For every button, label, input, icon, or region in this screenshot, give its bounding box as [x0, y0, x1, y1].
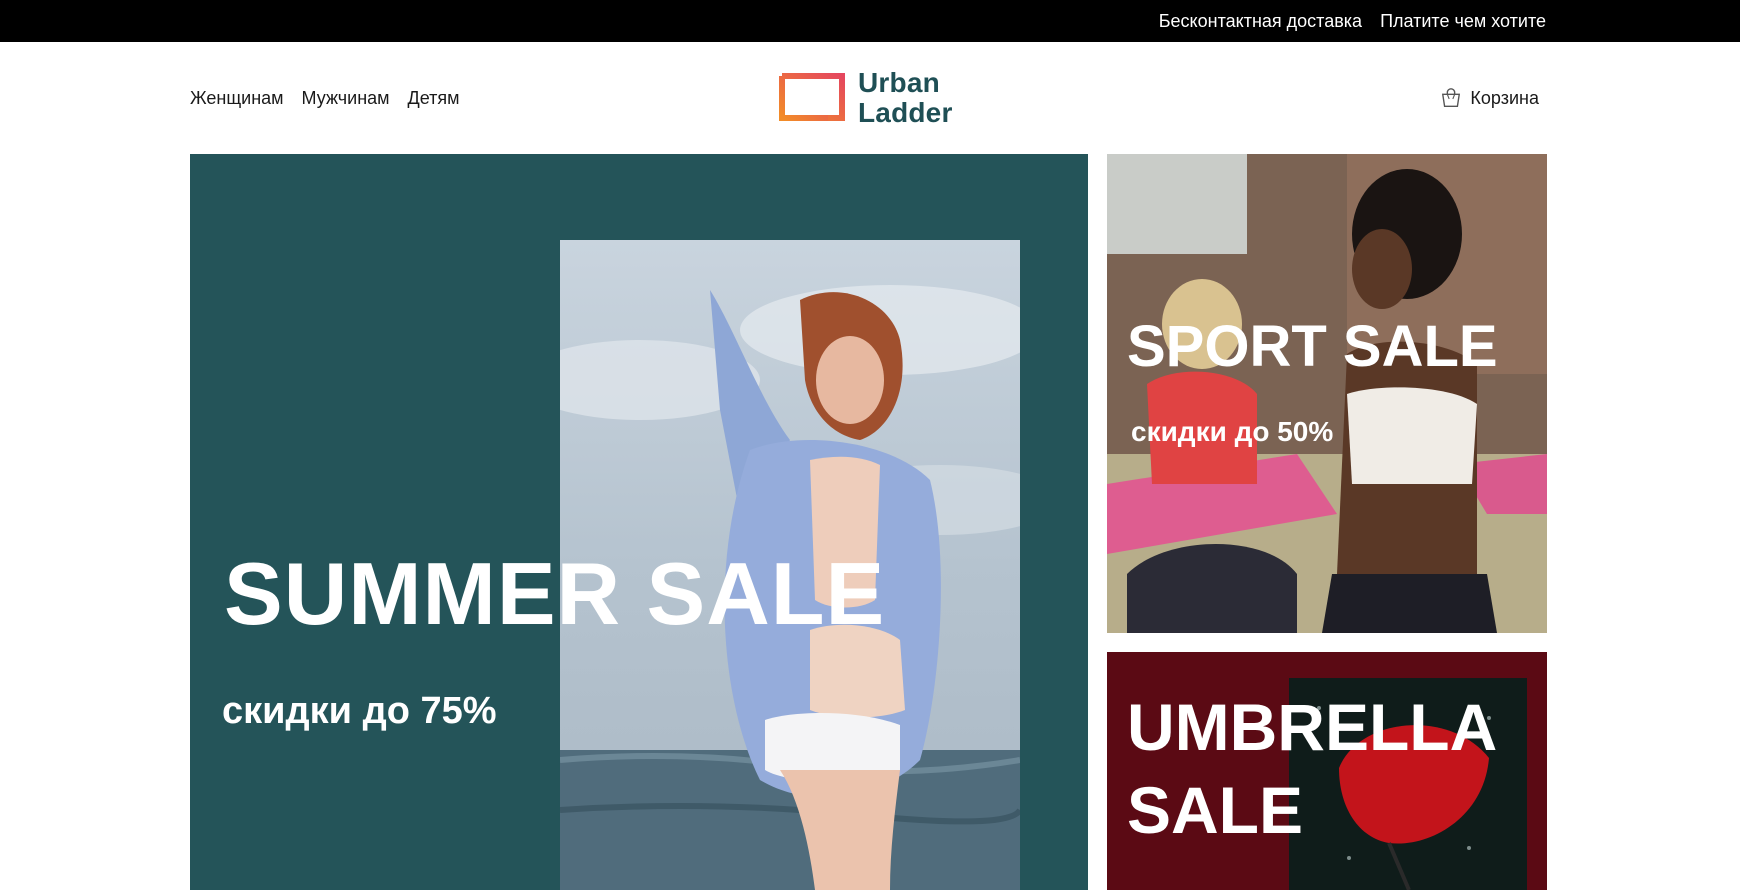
logo-word-ladder: Ladder	[858, 97, 953, 128]
fitness-photo	[1107, 154, 1547, 633]
contactless-delivery-link[interactable]: Бесконтактная доставка	[1159, 11, 1362, 32]
sport-sale-title: SPORT SALE	[1127, 314, 1498, 379]
sport-sale-subtitle: скидки до 50%	[1131, 416, 1334, 447]
cart-label: Корзина	[1470, 87, 1539, 108]
summer-sale-subtitle: скидки до 75%	[222, 690, 497, 732]
sport-sale-banner[interactable]: SPORT SALE скидки до 50%	[1107, 154, 1547, 633]
main-nav: Женщинам Мужчинам Детям	[190, 42, 460, 154]
logo-word-urban: Urban	[858, 67, 940, 98]
umbrella-title-line1: UMBRELLA	[1127, 690, 1498, 764]
umbrella-sale-banner[interactable]: UMBRELLA SALE	[1107, 652, 1547, 890]
topbar-links: Бесконтактная доставка Платите чем хотит…	[1159, 0, 1546, 42]
payment-options-link[interactable]: Платите чем хотите	[1380, 11, 1546, 32]
umbrella-sale-title: UMBRELLA SALE	[1127, 686, 1497, 851]
nav-kids[interactable]: Детям	[408, 88, 460, 109]
summer-sale-title: SUMMER SALE	[224, 544, 886, 643]
logo-text: Urban Ladder	[858, 69, 953, 127]
cart-button[interactable]: Корзина	[1440, 42, 1539, 154]
top-bar: Бесконтактная доставка Платите чем хотит…	[0, 0, 1740, 42]
summer-sale-banner[interactable]: SUMMER SALE скидки до 75%	[190, 154, 1088, 890]
umbrella-title-line2: SALE	[1127, 772, 1304, 847]
site-logo[interactable]: Urban Ladder	[778, 66, 953, 130]
logo-mark-icon	[779, 73, 845, 121]
nav-men[interactable]: Мужчинам	[302, 88, 390, 109]
shopping-bag-icon	[1442, 88, 1461, 107]
site-header: Женщинам Мужчинам Детям Urban Ladder Кор…	[0, 42, 1740, 154]
nav-women[interactable]: Женщинам	[190, 88, 284, 109]
